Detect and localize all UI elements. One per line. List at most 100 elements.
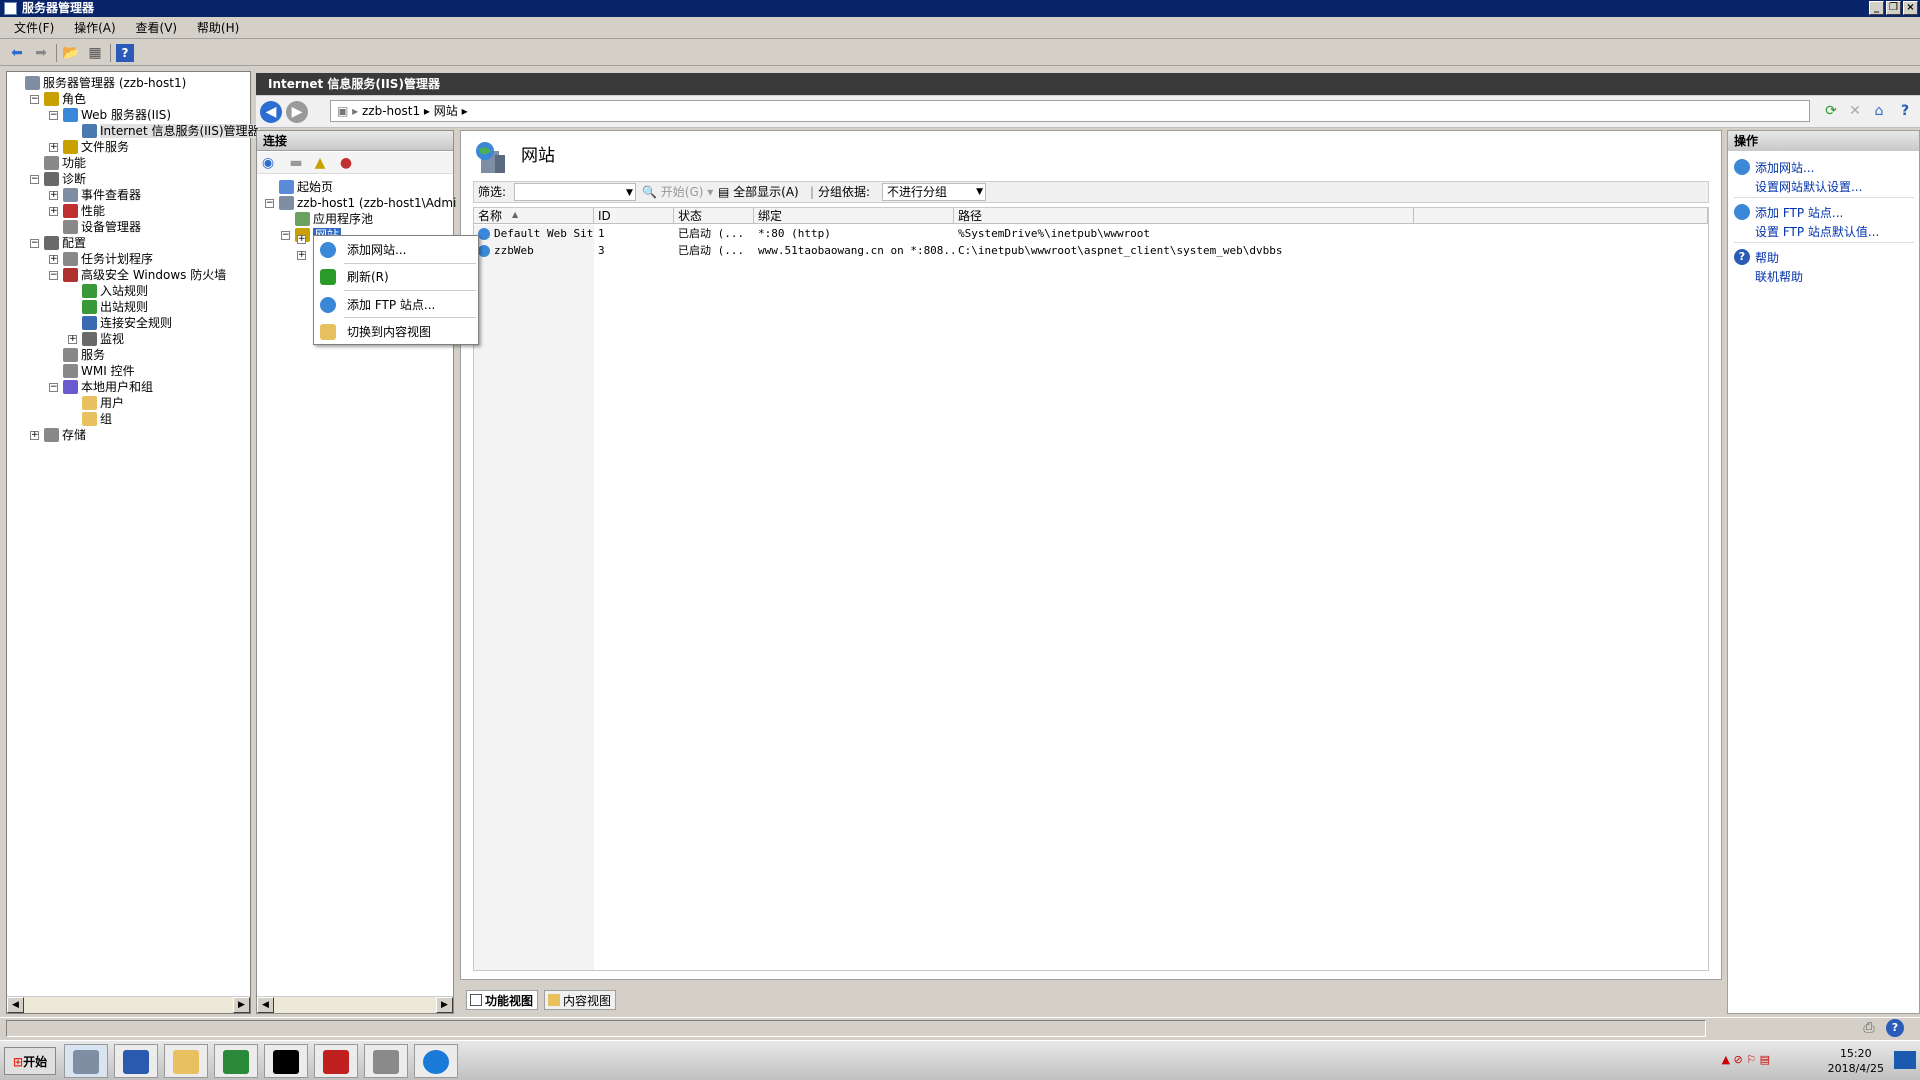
scroll-left-button[interactable]: ◀ [257,997,274,1013]
tree-item[interactable]: 服务器管理器 (zzb-host1) [13,75,186,91]
tree-item[interactable]: 用户 [70,395,124,411]
clock[interactable]: 15:20 2018/4/25 [1828,1046,1884,1076]
action-add-ftp-site[interactable]: 添加 FTP 站点... [1755,204,1843,221]
tree-item[interactable]: + 性能 [49,203,105,219]
tree-item[interactable]: − 配置 [30,235,86,251]
scroll-right-button[interactable]: ▶ [233,997,250,1013]
tree-item[interactable]: Internet 信息服务(IIS)管理器 [70,123,260,139]
column-header[interactable]: 状态 [674,208,754,224]
taskbar-tools[interactable] [364,1044,408,1078]
restore-button[interactable]: ❐ [1886,1,1901,15]
taskbar-teamviewer[interactable] [414,1044,458,1078]
expand-toggle-icon[interactable]: + [297,235,306,244]
start-filter-button[interactable]: 🔍 开始(G) ▾ [642,182,713,202]
delete-connection-icon[interactable]: ● [337,154,355,172]
home-icon[interactable]: ⌂ [1870,102,1888,120]
tree-item[interactable]: 服务 [51,347,105,363]
iis-back-button[interactable]: ◀ [260,101,282,123]
status-help-icon[interactable]: ? [1886,1019,1904,1037]
tray-icons[interactable]: ▲ ⊘ ⚐ ▤ [1722,1053,1770,1066]
column-header[interactable]: 路径 [954,208,1414,224]
column-header[interactable]: 名称 [474,208,594,224]
iis-forward-button[interactable]: ▶ [286,101,308,123]
expand-toggle-icon[interactable]: + [49,191,58,200]
tab-features-view[interactable]: 功能视图 [466,990,539,1010]
scroll-right-button[interactable]: ▶ [436,997,453,1013]
tree-item[interactable]: − 诊断 [30,171,86,187]
menu-file[interactable]: 文件(F) [6,17,62,39]
expand-toggle-icon[interactable]: + [49,255,58,264]
tree-item[interactable]: + 任务计划程序 [49,251,153,267]
breadcrumb[interactable]: ▣ ▸ zzb-host1 ▸ 网站 ▸ [330,100,1810,122]
action-add-site[interactable]: 添加网站... [1755,159,1814,176]
menu-view[interactable]: 查看(V) [128,17,186,39]
show-hide-tree-icon[interactable]: ▦ [86,44,104,62]
expand-toggle-icon[interactable]: − [30,239,39,248]
table-row[interactable]: Default Web Site 1 已启动 (... *:80 (http) %Sys… [474,226,1708,242]
menu-help[interactable]: 帮助(H) [189,17,247,39]
expand-toggle-icon[interactable]: + [49,207,58,216]
expand-toggle-icon[interactable]: − [49,111,58,120]
expand-toggle-icon[interactable]: + [30,431,39,440]
tree-item[interactable]: + 文件服务 [49,139,129,155]
tree-item[interactable]: + 监视 [68,331,124,347]
connections-tree-item[interactable]: − zzb-host1 (zzb-host1\Admi [265,195,456,211]
help-icon[interactable]: ? [116,44,134,62]
tree-item[interactable]: WMI 控件 [51,363,135,379]
tree-item[interactable]: − 角色 [30,91,86,107]
action-online-help[interactable]: 联机帮助 [1755,268,1803,285]
menu-refresh[interactable]: 刷新(R) [314,265,478,289]
stop-icon[interactable]: ✕ [1846,102,1864,120]
expand-toggle-icon[interactable]: − [265,199,274,208]
expand-toggle-icon[interactable]: + [49,143,58,152]
expand-toggle-icon[interactable]: − [281,231,290,240]
close-button[interactable]: × [1903,1,1918,15]
taskbar-server-manager[interactable] [64,1044,108,1078]
tree-item[interactable]: 功能 [32,155,86,171]
taskbar-toolbox[interactable] [314,1044,358,1078]
connections-tree-item[interactable]: 起始页 [267,179,333,195]
left-tree-hscrollbar[interactable]: ◀ ▶ [7,996,250,1013]
start-button[interactable]: ⊞开始 [4,1047,56,1075]
up-icon[interactable]: ▲ [311,154,329,172]
column-header[interactable]: 绑定 [754,208,954,224]
group-by-select[interactable]: 不进行分组 ▼ [882,183,986,201]
tree-item[interactable]: 连接安全规则 [70,315,172,331]
tree-item[interactable]: 设备管理器 [51,219,141,235]
connections-tree-item[interactable]: 应用程序池 [283,211,373,227]
minimize-button[interactable]: _ [1869,1,1884,15]
breadcrumb-sites[interactable]: 网站 [434,104,458,118]
expand-toggle-icon[interactable]: − [30,95,39,104]
printer-icon[interactable]: ⎙ [1860,1019,1878,1037]
tree-item[interactable]: − 高级安全 Windows 防火墙 [49,267,226,283]
tree-item[interactable]: + 存储 [30,427,86,443]
forward-arrow-icon[interactable]: ➡ [32,44,50,62]
action-help[interactable]: 帮助 [1755,249,1779,266]
tree-item[interactable]: − 本地用户和组 [49,379,153,395]
filter-dropdown-icon[interactable]: ▼ [626,183,633,203]
expand-toggle-icon[interactable]: − [30,175,39,184]
save-icon[interactable]: ▬ [287,154,305,172]
action-site-defaults[interactable]: 设置网站默认设置... [1755,178,1862,195]
refresh-icon[interactable]: ⟳ [1822,102,1840,120]
menu-action[interactable]: 操作(A) [66,17,124,39]
taskbar-explorer[interactable] [164,1044,208,1078]
tree-item[interactable]: 入站规则 [70,283,148,299]
taskbar-cmd[interactable] [264,1044,308,1078]
expand-toggle-icon[interactable]: + [68,335,77,344]
connections-hscrollbar[interactable]: ◀ ▶ [257,996,453,1013]
tab-content-view[interactable]: 内容视图 [544,990,617,1010]
expand-toggle-icon[interactable]: + [297,251,306,260]
table-row[interactable]: zzbWeb 3 已启动 (... www.51taobaowang.cn on *:… [474,243,1708,259]
menu-add-ftp-site[interactable]: 添加 FTP 站点... [314,293,478,317]
show-all-button[interactable]: ▤ 全部显示(A) [718,182,799,202]
iis-help-icon[interactable]: ? [1896,102,1914,120]
tree-item[interactable]: + 事件查看器 [49,187,141,203]
connect-icon[interactable]: ◉ [259,154,277,172]
breadcrumb-host[interactable]: zzb-host1 [362,104,420,118]
tree-item[interactable]: 出站规则 [70,299,148,315]
action-ftp-defaults[interactable]: 设置 FTP 站点默认值... [1755,223,1879,240]
menu-switch-content-view[interactable]: 切换到内容视图 [314,320,478,344]
column-header[interactable]: ID [594,208,674,224]
expand-toggle-icon[interactable]: − [49,271,58,280]
